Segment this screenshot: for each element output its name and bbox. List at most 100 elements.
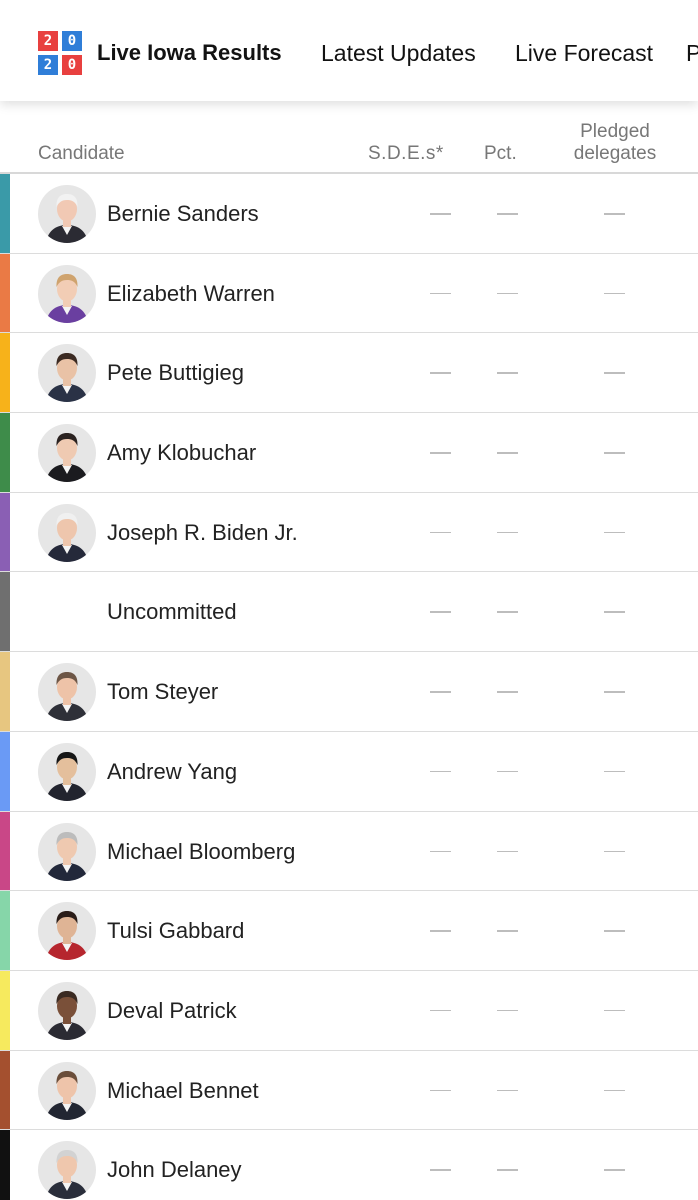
pledged-delegates-value: [604, 770, 625, 773]
john-delaney-avatar: [38, 1141, 96, 1200]
header-pct: Pct.: [484, 143, 517, 164]
header-sdes: S.D.E.s*: [368, 143, 444, 164]
candidate-color-bar: [0, 572, 10, 652]
table-row[interactable]: Michael Bennet: [0, 1050, 698, 1131]
candidate-color-bar: [0, 333, 10, 413]
candidate-color-bar: [0, 891, 10, 970]
candidate-color-bar: [0, 1050, 10, 1130]
pct-value: [497, 1169, 518, 1171]
candidate-name: Deval Patrick: [107, 997, 237, 1023]
table-row[interactable]: Elizabeth Warren: [0, 253, 698, 334]
header-pledged-line2: delegates: [573, 143, 657, 164]
candidate-name: Joseph R. Biden Jr.: [107, 519, 298, 545]
candidate-name: John Delaney: [107, 1157, 242, 1183]
nav-live-iowa-results[interactable]: Live Iowa Results: [97, 38, 282, 68]
candidate-name: Pete Buttigieg: [107, 360, 244, 386]
results-table-body: Bernie Sanders Elizabeth Warren Pete Butti…: [0, 174, 698, 1200]
logo-digit: 0: [62, 55, 82, 75]
candidate-color-bar: [0, 970, 10, 1050]
sdes-value: [430, 770, 451, 773]
portrait-icon: [46, 1150, 88, 1200]
pledged-delegates-value: [604, 1009, 625, 1012]
portrait-icon: [46, 273, 88, 323]
candidate-name: Tom Steyer: [107, 679, 219, 705]
candidate-name: Bernie Sanders: [107, 201, 259, 226]
table-header: Candidate S.D.E.s* Pct. Pledged delegate…: [0, 101, 698, 174]
candidate-name: Michael Bloomberg: [107, 838, 296, 864]
table-row[interactable]: Tulsi Gabbard: [0, 891, 698, 971]
table-row[interactable]: Tom Steyer: [0, 652, 698, 732]
portrait-icon: [46, 990, 88, 1040]
table-row[interactable]: Joseph R. Biden Jr.: [0, 492, 698, 573]
tulsi-gabbard-avatar: [38, 902, 96, 961]
portrait-icon: [46, 353, 88, 403]
portrait-icon: [46, 433, 88, 483]
amy-klobuchar-avatar: [38, 424, 96, 483]
candidate-name: Uncommitted: [107, 599, 237, 625]
pete-buttigieg-avatar: [38, 344, 96, 403]
tom-steyer-avatar: [38, 663, 96, 722]
portrait-icon: [46, 911, 88, 961]
logo-digit: 2: [38, 31, 58, 51]
sdes-value: [430, 292, 451, 295]
header-pledged-delegates: Pledged delegates: [560, 121, 670, 165]
table-row[interactable]: Pete Buttigieg: [0, 333, 698, 414]
sdes-value: [430, 1009, 451, 1012]
candidate-color-bar: [0, 253, 10, 333]
sdes-value: [430, 531, 451, 534]
pledged-delegates-value: [604, 1169, 625, 1171]
candidate-name: Elizabeth Warren: [107, 280, 275, 306]
sdes-value: [430, 452, 451, 454]
results-page: 2 0 2 0 Live Iowa Results Latest Updates…: [0, 0, 698, 1200]
elizabeth-warren-avatar: [38, 264, 96, 323]
candidate-color-bar: [0, 174, 10, 253]
candidate-color-bar: [0, 731, 10, 811]
pledged-delegates-value: [604, 292, 625, 295]
pledged-delegates-value: [604, 372, 625, 374]
sdes-value: [430, 372, 451, 374]
pct-value: [497, 611, 518, 613]
pct-value: [497, 1009, 518, 1012]
bernie-sanders-avatar: [38, 185, 96, 243]
pct-value: [497, 452, 518, 454]
portrait-icon: [46, 672, 88, 722]
table-row[interactable]: Deval Patrick: [0, 970, 698, 1051]
pct-value: [497, 1089, 518, 1092]
candidate-color-bar: [0, 413, 10, 492]
candidate-name: Tulsi Gabbard: [107, 918, 245, 944]
pct-value: [497, 372, 518, 374]
table-row[interactable]: Bernie Sanders: [0, 174, 698, 254]
nav-live-forecast[interactable]: Live Forecast: [515, 38, 653, 68]
pct-value: [497, 531, 518, 534]
header-pledged-line1: Pledged: [580, 121, 650, 142]
pct-value: [497, 691, 518, 693]
andrew-yang-avatar: [38, 742, 96, 801]
michael-bloomberg-avatar: [38, 822, 96, 881]
pledged-delegates-value: [604, 452, 625, 454]
sdes-value: [430, 850, 451, 852]
table-row[interactable]: John Delaney: [0, 1130, 698, 1200]
sdes-value: [430, 213, 451, 215]
nav-next-item[interactable]: P: [686, 38, 698, 68]
pct-value: [497, 292, 518, 295]
pct-value: [497, 770, 518, 773]
sdes-value: [430, 1089, 451, 1092]
candidate-color-bar: [0, 492, 10, 572]
table-row[interactable]: Andrew Yang: [0, 731, 698, 812]
candidate-color-bar: [0, 811, 10, 891]
candidate-color-bar: [0, 652, 10, 731]
candidate-name: Amy Klobuchar: [107, 440, 257, 466]
portrait-icon: [46, 194, 88, 243]
table-row[interactable]: Michael Bloomberg: [0, 811, 698, 892]
table-row[interactable]: Uncommitted: [0, 572, 698, 653]
header-candidate: Candidate: [38, 143, 125, 164]
joseph-biden-avatar: [38, 503, 96, 562]
nav-latest-updates[interactable]: Latest Updates: [321, 38, 476, 68]
table-row[interactable]: Amy Klobuchar: [0, 413, 698, 493]
portrait-icon: [46, 1070, 88, 1120]
sdes-value: [430, 611, 451, 613]
sdes-value: [430, 691, 451, 693]
pct-value: [497, 213, 518, 215]
logo-digit: 0: [62, 31, 82, 51]
election-2020-logo[interactable]: 2 0 2 0: [38, 31, 82, 75]
